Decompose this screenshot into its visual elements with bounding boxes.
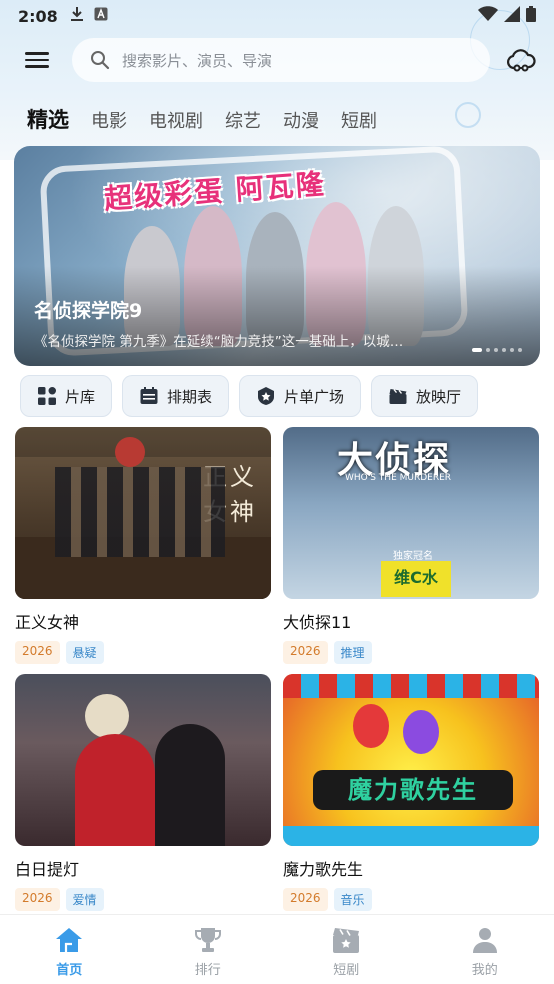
quick-actions: 片库 排期表 片单广场 放映厅: [20, 375, 479, 417]
tab-short-drama[interactable]: 短剧: [341, 107, 377, 133]
trophy-icon: [194, 928, 221, 952]
badge-star-icon: [258, 387, 275, 405]
top-header: 搜索影片、演员、导演: [0, 38, 554, 84]
tab-movies[interactable]: 电影: [91, 107, 127, 133]
short-drama-icon: [333, 928, 360, 953]
tab-tv-series[interactable]: 电视剧: [149, 107, 203, 133]
home-icon: [56, 928, 83, 952]
search-placeholder: 搜索影片、演员、导演: [122, 51, 273, 70]
content-card[interactable]: 白日提灯 2026 爱情: [15, 674, 271, 911]
genre-tag: 悬疑: [65, 641, 104, 664]
schedule-label: 排期表: [167, 387, 213, 406]
content-card[interactable]: 大侦探 WHO'S THE MURDERER 独家冠名 维C水 大侦探11 20…: [283, 427, 539, 664]
playlist-square-label: 片单广场: [284, 387, 345, 406]
card-title: 正义女神: [15, 613, 80, 632]
featured-banner[interactable]: 超级彩蛋 阿瓦隆 名侦探学院9 《名侦探学院 第九季》在延续“脑力竞技”这一基础…: [14, 146, 540, 366]
poster-image: [15, 674, 271, 846]
tab-anime[interactable]: 动漫: [283, 107, 319, 133]
year-tag: 2026: [283, 641, 328, 664]
schedule-button[interactable]: 排期表: [122, 375, 230, 417]
poster-image: 魔力歌先生: [283, 674, 539, 846]
library-label: 片库: [65, 387, 96, 406]
nav-ranking[interactable]: 排行: [139, 915, 278, 984]
status-bar: 2:08: [0, 0, 554, 32]
year-tag: 2026: [15, 888, 60, 911]
screening-room-label: 放映厅: [416, 387, 462, 406]
menu-button[interactable]: [22, 48, 52, 74]
banner-description: 《名侦探学院 第九季》在延续“脑力竞技”这一基础上，以城…: [34, 334, 404, 350]
screening-room-button[interactable]: 放映厅: [371, 375, 479, 417]
tab-featured[interactable]: 精选: [27, 104, 69, 134]
genre-tag: 音乐: [333, 888, 372, 911]
tab-variety[interactable]: 综艺: [225, 107, 261, 133]
profile-icon: [472, 928, 497, 953]
poster-detective-subtitle: WHO'S THE MURDERER: [345, 473, 452, 483]
content-card[interactable]: 魔力歌先生 魔力歌先生 2026 音乐: [283, 674, 539, 911]
search-bar[interactable]: 搜索影片、演员、导演: [72, 38, 490, 82]
card-title: 魔力歌先生: [283, 860, 364, 879]
signal-icon: [504, 6, 520, 26]
genre-tag: 推理: [333, 641, 372, 664]
battery-icon: [526, 6, 536, 26]
poster-sponsor: 独家冠名: [393, 551, 433, 562]
banner-title: 名侦探学院9: [34, 300, 143, 322]
playlist-square-button[interactable]: 片单广场: [239, 375, 362, 417]
poster-image: 大侦探 WHO'S THE MURDERER 独家冠名 维C水: [283, 427, 539, 599]
card-title: 大侦探11: [283, 613, 352, 632]
keyboard-a-icon: [94, 7, 108, 25]
library-button[interactable]: 片库: [20, 375, 113, 417]
nav-home-label: 首页: [56, 963, 83, 978]
nav-short-drama[interactable]: 短剧: [277, 915, 416, 984]
poster-music-logo: 魔力歌先生: [313, 770, 513, 810]
wifi-icon: [478, 6, 498, 26]
status-time: 2:08: [18, 6, 58, 26]
nav-profile[interactable]: 我的: [416, 915, 554, 984]
bottom-navigation: 首页 排行 短剧 我的: [0, 914, 554, 984]
clapperboard-icon: [389, 389, 407, 404]
nav-ranking-label: 排行: [194, 963, 221, 978]
genre-tag: 爱情: [65, 888, 104, 911]
content-card[interactable]: 正义女神 正义女神 2026 悬疑: [15, 427, 271, 664]
card-title: 白日提灯: [15, 860, 80, 879]
year-tag: 2026: [283, 888, 328, 911]
nav-home[interactable]: 首页: [0, 915, 139, 984]
banner-pagination: [472, 348, 522, 352]
year-tag: 2026: [15, 641, 60, 664]
cloud-icon: [507, 49, 536, 72]
poster-sponsor-brand: 维C水: [381, 561, 451, 597]
download-icon: [70, 6, 84, 26]
nav-short-drama-label: 短剧: [333, 963, 360, 978]
grid-icon: [38, 387, 56, 405]
poster-image: 正义女神: [15, 427, 271, 599]
nav-profile-label: 我的: [471, 963, 498, 978]
category-tabs: 精选 电影 电视剧 综艺 动漫 短剧: [27, 104, 399, 134]
search-icon: [91, 51, 110, 70]
calendar-icon: [140, 387, 158, 404]
cloud-sync-button[interactable]: [506, 46, 536, 76]
